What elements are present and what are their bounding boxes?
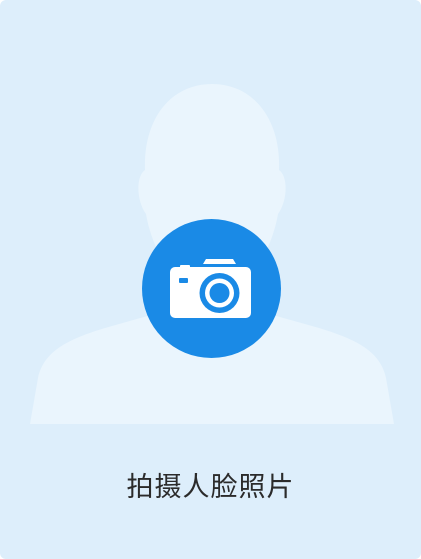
face-photo-card[interactable]: 拍摄人脸照片	[0, 0, 421, 559]
caption-label: 拍摄人脸照片	[126, 472, 295, 503]
camera-icon	[170, 259, 251, 318]
take-photo-button[interactable]	[142, 219, 281, 358]
